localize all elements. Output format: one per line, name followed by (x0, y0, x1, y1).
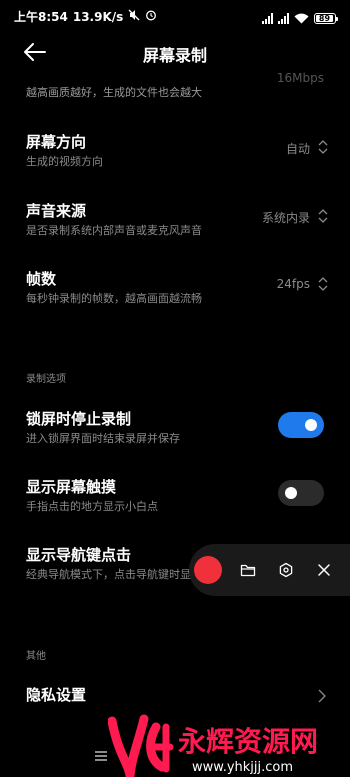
frame-rate-value: 24fps (276, 277, 310, 291)
sound-source-value: 系统内录 (261, 211, 310, 225)
alarm-icon (145, 9, 157, 24)
frame-rate-subtitle: 每秒钟录制的帧数，越高画面越流畅 (26, 292, 202, 305)
toggle-knob (305, 419, 317, 431)
up-down-icon (318, 276, 328, 292)
status-net-speed: 13.9K/s (72, 9, 124, 24)
close-icon[interactable] (316, 562, 332, 578)
frame-rate-title: 帧数 (26, 270, 57, 288)
orientation-value: 自动 (285, 142, 310, 156)
show-touches-subtitle: 手指点击的地方显示小白点 (26, 500, 158, 513)
watermark-url: www.yhkjjj.com (192, 760, 293, 775)
up-down-icon (318, 139, 328, 155)
mute-icon (128, 9, 140, 24)
show-touches-toggle[interactable] (278, 480, 324, 506)
sound-source-title: 声音来源 (26, 202, 87, 220)
stop-on-lock-title: 锁屏时停止录制 (26, 410, 132, 428)
setting-row-frame-rate[interactable]: 帧数 每秒钟录制的帧数，越高画面越流畅 24fps (0, 266, 350, 312)
status-right: 89 (262, 9, 338, 28)
setting-row-privacy[interactable]: 隐私设置 (0, 680, 350, 712)
status-bar: 上午8:54 13.9K/s 89 (0, 0, 350, 34)
stop-on-lock-toggle[interactable] (278, 412, 324, 438)
header: 屏幕录制 (0, 34, 350, 72)
show-nav-clicks-title: 显示导航键点击 (26, 546, 132, 564)
status-left: 上午8:54 13.9K/s (14, 8, 157, 25)
battery-icon: 89 (314, 13, 338, 24)
setting-row-bitrate[interactable]: 16Mbps 越高画质越好，生成的文件也会越大 (0, 71, 350, 108)
folder-icon[interactable] (240, 562, 256, 578)
orientation-title: 屏幕方向 (26, 133, 87, 151)
signal-icon-2 (278, 13, 289, 24)
floating-recorder-toolbar[interactable] (189, 544, 350, 596)
section-label-record-options: 录制选项 (26, 374, 66, 385)
watermark: 永辉资源网 www.yhkjjj.com (107, 713, 350, 777)
toggle-knob (285, 487, 297, 499)
orientation-subtitle: 生成的视频方向 (26, 155, 103, 168)
setting-row-orientation[interactable]: 屏幕方向 生成的视频方向 自动 (0, 128, 350, 174)
settings-icon[interactable] (278, 562, 294, 578)
signal-icon (262, 13, 273, 24)
bitrate-value: 16Mbps (276, 71, 324, 85)
watermark-logo (107, 714, 174, 777)
status-time: 上午8:54 (14, 10, 68, 24)
sound-source-subtitle: 是否录制系统内部声音或麦克风声音 (26, 224, 202, 237)
stop-on-lock-subtitle: 进入锁屏界面时结束录屏并保存 (26, 432, 180, 445)
wifi-icon (294, 9, 309, 28)
battery-level: 89 (316, 14, 333, 23)
show-touches-title: 显示屏幕触摸 (26, 478, 117, 496)
section-label-other: 其他 (26, 651, 46, 662)
page-title: 屏幕录制 (142, 46, 207, 65)
record-button[interactable] (194, 556, 222, 584)
up-down-icon (318, 208, 328, 224)
setting-row-show-touches[interactable]: 显示屏幕触摸 手指点击的地方显示小白点 (0, 474, 350, 520)
setting-row-stop-on-lock[interactable]: 锁屏时停止录制 进入锁屏界面时结束录屏并保存 (0, 406, 350, 452)
menu-icon[interactable] (94, 748, 108, 762)
setting-row-sound-source[interactable]: 声音来源 是否录制系统内部声音或麦克风声音 系统内录 (0, 198, 350, 244)
bitrate-subtitle: 越高画质越好，生成的文件也会越大 (26, 86, 202, 99)
chevron-right-icon (318, 688, 326, 703)
privacy-title: 隐私设置 (26, 686, 87, 704)
watermark-brand: 永辉资源网 (178, 725, 318, 758)
